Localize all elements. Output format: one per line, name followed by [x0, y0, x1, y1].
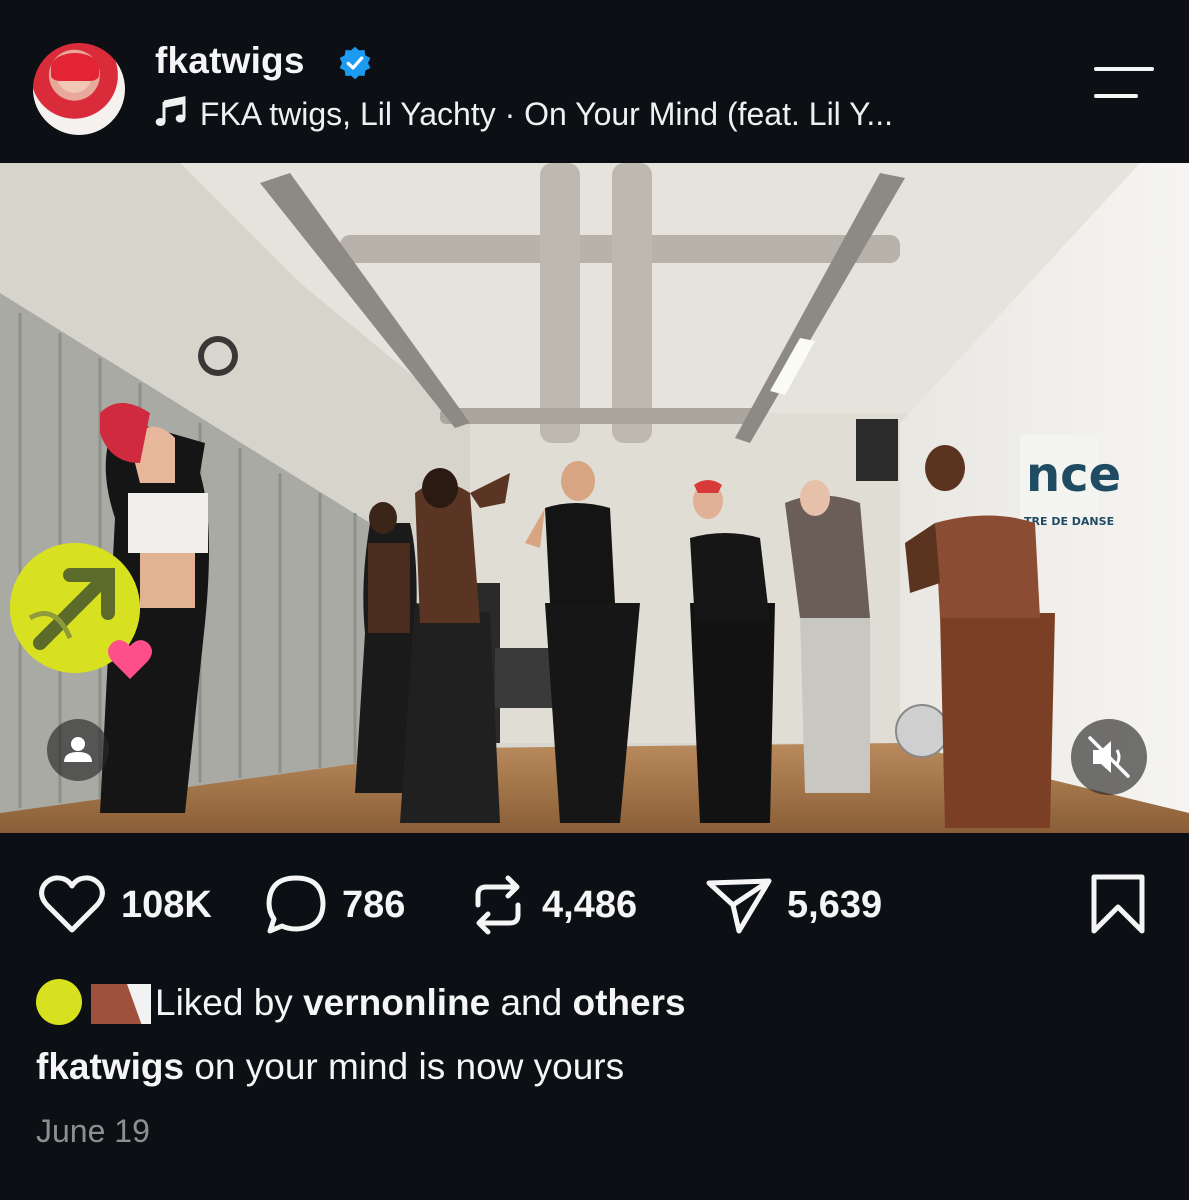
repost-icon	[475, 875, 521, 935]
liked-by-avatar-2	[91, 984, 151, 1024]
caption-username[interactable]: fkatwigs	[36, 1046, 184, 1087]
caption-text: on your mind is now yours	[184, 1046, 625, 1087]
share-button[interactable]: 5,639	[705, 860, 882, 950]
share-icon	[706, 878, 772, 934]
music-note-icon	[155, 96, 186, 126]
liked-by-avatar-1	[36, 979, 82, 1025]
menu-icon[interactable]	[1094, 66, 1154, 100]
repost-button[interactable]: 4,486	[468, 860, 637, 950]
username[interactable]: fkatwigs	[155, 40, 305, 82]
audio-track[interactable]: FKA twigs, Lil Yachty · On Your Mind (fe…	[155, 96, 893, 133]
post-video[interactable]: nce TRE DE DANSE	[0, 163, 1189, 833]
post-caption: fkatwigs on your mind is now yours	[36, 1046, 624, 1088]
liked-by-text: Liked by vernonline and others	[155, 982, 686, 1024]
wall-sign-text: nce	[1026, 447, 1121, 503]
mute-icon	[1088, 736, 1130, 778]
heart-reaction-icon	[108, 640, 152, 679]
likes-count: 108K	[121, 883, 212, 926]
action-bar: 108K 786 4,486 5,639	[0, 860, 1189, 950]
liked-by-user[interactable]: vernonline	[303, 982, 490, 1023]
like-button[interactable]: 108K	[37, 860, 212, 950]
post-date: June 19	[36, 1113, 150, 1149]
liked-by-and: and	[490, 982, 573, 1023]
liked-by-prefix: Liked by	[155, 982, 304, 1023]
post-header: fkatwigs FKA twigs, Lil Yachty · On Your…	[0, 0, 1189, 163]
mute-button[interactable]	[1071, 719, 1147, 795]
liked-by-row[interactable]: Liked by vernonline and others	[33, 978, 686, 1028]
shares-count: 5,639	[787, 883, 883, 926]
audio-track-label: FKA twigs, Lil Yachty · On Your Mind (fe…	[199, 96, 893, 132]
liked-by-avatars	[33, 978, 155, 1028]
reposts-count: 4,486	[542, 883, 638, 926]
profile-avatar[interactable]	[33, 43, 125, 135]
liked-by-others[interactable]: others	[573, 982, 686, 1023]
comment-icon	[266, 875, 326, 934]
user-tag-icon	[64, 737, 92, 762]
wall-sign-subtext: TRE DE DANSE	[1024, 515, 1114, 528]
verified-icon	[339, 46, 371, 80]
heart-icon	[39, 875, 105, 933]
user-tag-button[interactable]	[47, 719, 109, 781]
comments-count: 786	[342, 883, 406, 926]
video-frame: nce TRE DE DANSE	[0, 163, 1189, 833]
bookmark-icon[interactable]	[1090, 873, 1146, 935]
comment-button[interactable]: 786	[264, 860, 405, 950]
